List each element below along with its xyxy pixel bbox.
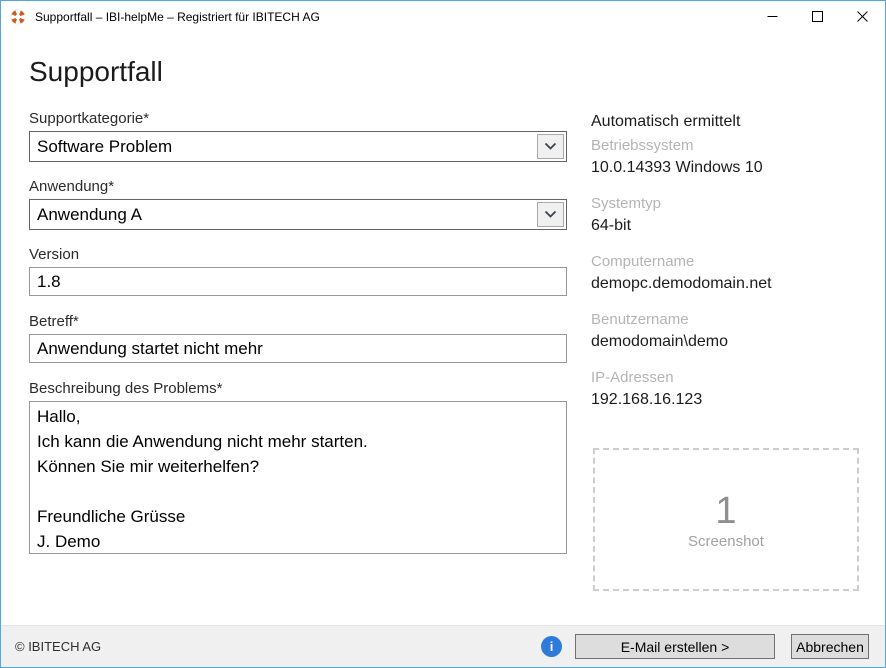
benutzername-value: demodomain\demo [591,331,866,353]
ip-adressen-label: IP-Adressen [591,368,866,388]
app-window: Supportfall – IBI-helpMe – Registriert f… [0,0,886,668]
computername-label: Computername [591,252,866,272]
systemtyp-value: 64-bit [591,215,866,237]
ip-adressen-value: 192.168.16.123 [591,389,866,411]
maximize-icon[interactable] [795,1,840,32]
footer-actions: i E-Mail erstellen > Abbrechen [541,634,869,659]
screenshot-label: Screenshot [688,533,764,550]
system-info-panel: Automatisch ermittelt Betriebssystem 10.… [591,111,866,411]
titlebar: Supportfall – IBI-helpMe – Registriert f… [1,1,885,32]
minimize-icon[interactable] [750,1,795,32]
system-info-title: Automatisch ermittelt [591,111,866,132]
system-info-item: Systemtyp 64-bit [591,194,866,237]
screenshot-count: 1 [715,490,736,532]
system-info-item: Computername demopc.demodomain.net [591,252,866,295]
systemtyp-label: Systemtyp [591,194,866,214]
betriebssystem-value: 10.0.14393 Windows 10 [591,157,866,179]
computername-value: demopc.demodomain.net [591,273,866,295]
close-icon[interactable] [840,1,885,32]
lifebuoy-app-icon [10,8,27,25]
benutzername-label: Benutzername [591,310,866,330]
beschreibung-label: Beschreibung des Problems* [29,379,567,398]
chevron-down-icon [544,206,557,224]
anwendung-dropdown-button[interactable] [537,202,564,227]
anwendung-value: Anwendung A [30,200,535,229]
chevron-down-icon [544,138,557,156]
betreff-input[interactable] [29,334,567,363]
footer-bar: © IBITECH AG i E-Mail erstellen > Abbrec… [1,625,885,667]
system-info-item: IP-Adressen 192.168.16.123 [591,368,866,411]
cancel-button[interactable]: Abbrechen [791,634,869,659]
beschreibung-textarea[interactable]: Hallo, Ich kann die Anwendung nicht mehr… [29,401,567,554]
copyright-text: © IBITECH AG [15,639,101,654]
anwendung-select[interactable]: Anwendung A [29,199,567,230]
screenshot-dropzone[interactable]: 1 Screenshot [593,448,859,591]
supportkategorie-label: Supportkategorie* [29,109,567,128]
info-icon[interactable]: i [541,636,562,657]
version-input[interactable] [29,267,567,296]
create-email-button[interactable]: E-Mail erstellen > [575,634,775,659]
supportkategorie-dropdown-button[interactable] [537,134,564,159]
supportkategorie-value: Software Problem [30,132,535,161]
window-title: Supportfall – IBI-helpMe – Registriert f… [35,10,320,24]
support-form: Supportfall Supportkategorie* Software P… [29,32,567,559]
system-info-item: Betriebssystem 10.0.14393 Windows 10 [591,136,866,179]
betreff-label: Betreff* [29,312,567,331]
page-title: Supportfall [29,54,567,90]
supportkategorie-select[interactable]: Software Problem [29,131,567,162]
anwendung-label: Anwendung* [29,177,567,196]
system-info-item: Benutzername demodomain\demo [591,310,866,353]
content-area: Supportfall Supportkategorie* Software P… [1,32,885,626]
betriebssystem-label: Betriebssystem [591,136,866,156]
version-label: Version [29,245,567,264]
